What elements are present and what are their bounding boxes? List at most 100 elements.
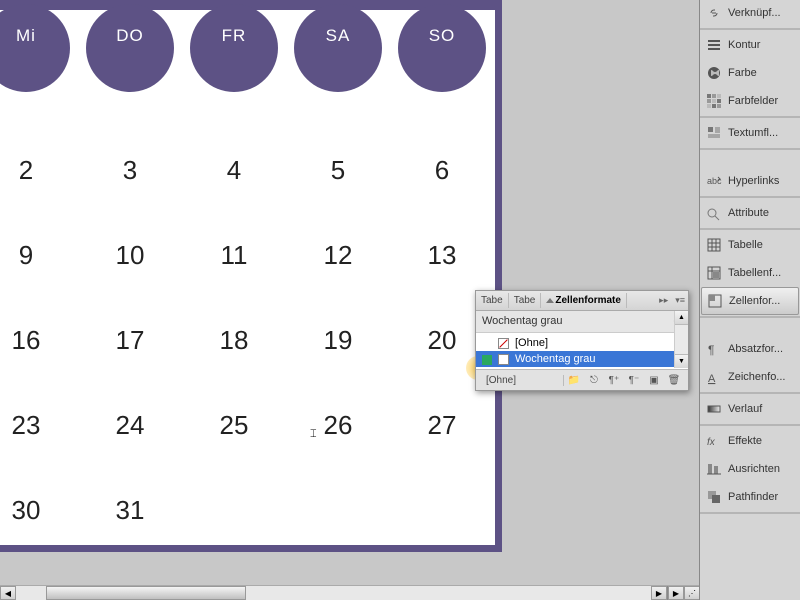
dock-item-label: Ausrichten [728, 463, 795, 475]
calendar-cell[interactable]: 24 [78, 383, 182, 468]
dock-item-label: Farbfelder [728, 95, 795, 107]
size-grip[interactable]: ⋰ [684, 586, 700, 600]
styles-list[interactable]: [Ohne] ✗ Wochentag grau [476, 333, 688, 369]
links-icon [705, 4, 723, 22]
cellformat-icon [706, 292, 724, 310]
scroll-track[interactable] [16, 586, 651, 600]
calendar-cell[interactable]: 30 [0, 468, 78, 553]
dock-item-label: Zeichenfo... [728, 371, 795, 383]
calendar-cell[interactable]: 4 [182, 128, 286, 213]
scroll-thumb[interactable] [46, 586, 246, 600]
style-item-none[interactable]: [Ohne] ✗ [476, 335, 688, 351]
current-style-label: Wochentag grau [482, 315, 563, 328]
calendar-cell[interactable]: 5 [286, 128, 390, 213]
dock-item-label: Hyperlinks [728, 175, 795, 187]
dock-item-label: Verknüpf... [728, 7, 795, 19]
dock-item-label: Zellenfor... [729, 295, 794, 307]
dock-group: Attribute [700, 198, 800, 230]
svg-text:¶: ¶ [708, 343, 714, 357]
break-link-button[interactable]: ⎋ [585, 372, 603, 388]
scroll-up-button[interactable]: ▲ [675, 311, 688, 325]
panel-tab[interactable]: Tabe [476, 293, 509, 308]
attributes-icon [705, 204, 723, 222]
calendar-cell[interactable]: 11 [182, 213, 286, 298]
scroll-left-button[interactable]: ◀ [0, 586, 16, 600]
dock-item-align[interactable]: Ausrichten [700, 455, 800, 483]
dock-item-gradient[interactable]: Verlauf [700, 395, 800, 423]
scroll-right-button[interactable]: ▶ [651, 586, 667, 600]
calendar-cell[interactable]: 27 [390, 383, 494, 468]
cell-styles-panel[interactable]: Tabe Tabe Zellenformate ▸▸ ▾≡ Wochentag … [475, 290, 689, 391]
calendar-cell[interactable]: 25 [182, 383, 286, 468]
panel-menu-button[interactable]: ▾≡ [672, 295, 688, 306]
dock-gap [700, 150, 800, 166]
dock-item-table[interactable]: Tabelle [700, 231, 800, 259]
calendar-cell[interactable]: 19 [286, 298, 390, 383]
swatches-icon [705, 92, 723, 110]
dock-item-label: Tabellenf... [728, 267, 795, 279]
dock-item-effects[interactable]: fxEffekte [700, 427, 800, 455]
calendar-grid[interactable]: 2 3 4 5 6 9 10 11 12 13 16 17 18 1 [0, 128, 494, 553]
document-page[interactable]: Mi DO FR SA SO 2 3 4 5 6 9 10 11 12 [0, 0, 502, 552]
calendar-cell[interactable]: 10 [78, 213, 182, 298]
scroll-down-button[interactable]: ▼ [675, 354, 688, 368]
dock-item-stroke[interactable]: Kontur [700, 31, 800, 59]
clear-attr-button[interactable]: ¶⁻ [625, 372, 643, 388]
dock-item-label: Effekte [728, 435, 795, 447]
horizontal-scrollbar[interactable]: ◀ ▶ ▶ ⋰ [0, 585, 700, 600]
panel-tab-active[interactable]: Zellenformate [541, 293, 627, 308]
style-item-selected[interactable]: Wochentag grau [476, 351, 688, 367]
panel-scrollbar[interactable]: ▲ ▼ [674, 311, 688, 368]
dock-group: ¶Absatzfor... A Zeichenfo... [700, 334, 800, 394]
dock-item-label: Kontur [728, 39, 795, 51]
dock-item-pathfinder[interactable]: Pathfinder [700, 483, 800, 511]
weekday-cell: DO [86, 4, 174, 92]
dock-item-links[interactable]: Verknüpf... [700, 0, 800, 27]
calendar-cell[interactable]: 26 [286, 383, 390, 468]
calendar-cell-next-month[interactable]: 1 [182, 468, 286, 553]
calendar-cell[interactable]: 18 [182, 298, 286, 383]
swatch-cell-icon [498, 354, 509, 365]
calendar-cell[interactable]: 3 [78, 128, 182, 213]
delete-style-button[interactable]: 🗑 [665, 372, 683, 388]
calendar-cell[interactable]: 9 [0, 213, 78, 298]
calendar-cell[interactable]: 6 [390, 128, 494, 213]
clear-overrides-button[interactable]: ¶⁺ [605, 372, 623, 388]
new-style-button[interactable]: ▣ [645, 372, 663, 388]
dock-item-swatches[interactable]: Farbfelder [700, 87, 800, 115]
panel-collapse-button[interactable]: ▸▸ [655, 295, 672, 306]
calendar-cell[interactable]: 13 [390, 213, 494, 298]
document-content[interactable]: Mi DO FR SA SO 2 3 4 5 6 9 10 11 12 [0, 10, 495, 545]
dock-group: Verlauf [700, 394, 800, 426]
panel-tab[interactable]: Tabe [509, 293, 542, 308]
pathfinder-icon [705, 488, 723, 506]
dock-item-cellformat[interactable]: Zellenfor... [701, 287, 799, 315]
dock-item-color[interactable]: Farbe [700, 59, 800, 87]
dock-group: Kontur Farbe Farbfelder [700, 30, 800, 118]
dock-item-hyperlinks[interactable]: abcHyperlinks [700, 167, 800, 195]
calendar-cell[interactable]: 12 [286, 213, 390, 298]
scroll-right-2-button[interactable]: ▶ [668, 586, 684, 600]
dock-item-character[interactable]: A Zeichenfo... [700, 363, 800, 391]
align-icon [705, 460, 723, 478]
character-icon: A [705, 368, 723, 386]
calendar-cell[interactable]: 2 [0, 128, 78, 213]
calendar-cell-next-month[interactable]: 3 [390, 468, 494, 553]
calendar-cell[interactable]: 31 [78, 468, 182, 553]
weekday-cell: SA [294, 4, 382, 92]
table-icon [705, 236, 723, 254]
style-item-label: Wochentag grau [515, 353, 596, 365]
new-group-button[interactable]: 📁 [565, 372, 583, 388]
calendar-cell[interactable]: 17 [78, 298, 182, 383]
current-style-name: Wochentag grau ✦ [476, 311, 688, 333]
dock-item-paragraph[interactable]: ¶Absatzfor... [700, 335, 800, 363]
dock-item-attributes[interactable]: Attribute [700, 199, 800, 227]
calendar-cell[interactable]: 16 [0, 298, 78, 383]
color-icon [705, 64, 723, 82]
canvas-area[interactable]: Mi DO FR SA SO 2 3 4 5 6 9 10 11 12 [0, 0, 505, 570]
calendar-cell-next-month[interactable]: 2 [286, 468, 390, 553]
dock-item-tableformat[interactable]: Tabellenf... [700, 259, 800, 287]
dock-item-textwrap[interactable]: Textumfl... [700, 119, 800, 147]
swatch-none-icon [498, 338, 509, 349]
calendar-cell[interactable]: 23 [0, 383, 78, 468]
